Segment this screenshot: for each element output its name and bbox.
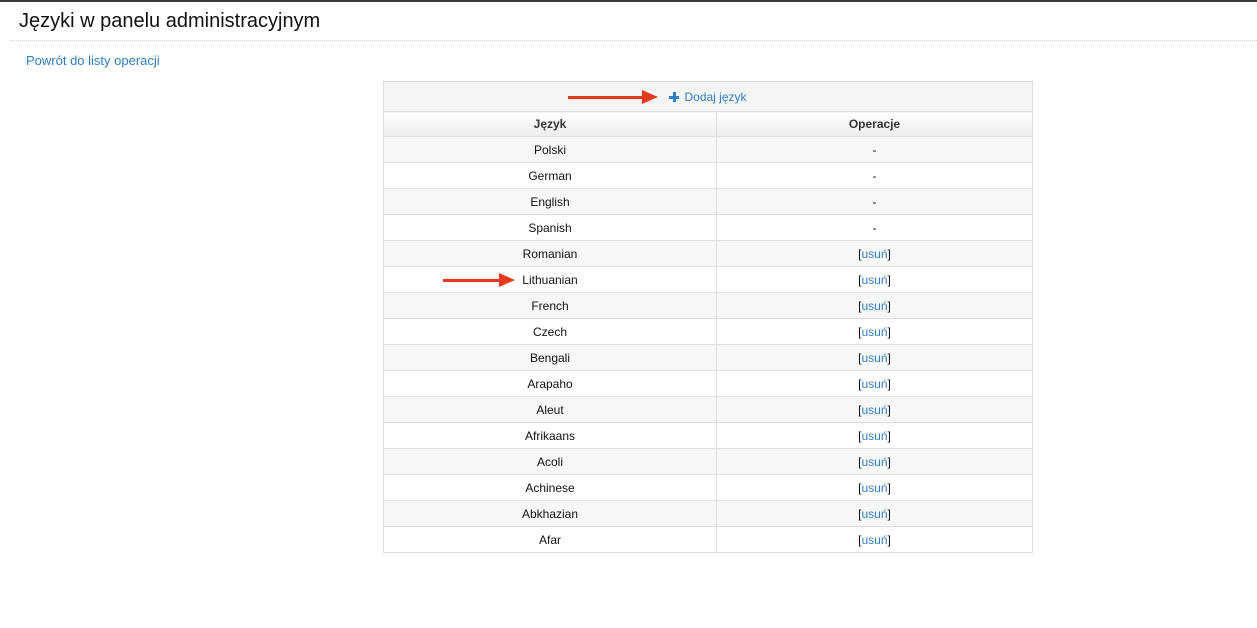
operations-cell: - [716, 136, 1033, 163]
title-divider [11, 40, 1257, 41]
table-row: Spanish - [383, 214, 1033, 241]
table-row: Acoli [usuń] [383, 448, 1033, 475]
language-name: Czech [383, 318, 717, 345]
remove-language-link[interactable]: usuń [861, 325, 887, 339]
top-border [0, 0, 1257, 2]
remove-language-link[interactable]: usuń [861, 273, 887, 287]
table-row: Abkhazian [usuń] [383, 500, 1033, 527]
language-name: Aleut [383, 396, 717, 423]
table-row: Aleut [usuń] [383, 396, 1033, 423]
plus-icon [669, 91, 680, 102]
operations-cell: - [716, 162, 1033, 189]
operations-cell: [usuń] [716, 396, 1033, 423]
operations-cell: [usuń] [716, 240, 1033, 267]
languages-table: Dodaj język Język Operacje Polski - German… [383, 81, 1033, 553]
operations-cell: - [716, 214, 1033, 241]
table-row: German - [383, 162, 1033, 189]
column-header-language: Język [383, 111, 717, 137]
language-name: Achinese [383, 474, 717, 501]
language-name: Romanian [383, 240, 717, 267]
table-body: Polski - German - English - Spanish - Romanian [u… [383, 136, 1033, 553]
operations-cell: [usuń] [716, 344, 1033, 371]
language-name: Abkhazian [383, 500, 717, 527]
language-name: Spanish [383, 214, 717, 241]
operations-cell: [usuń] [716, 266, 1033, 293]
table-row: Bengali [usuń] [383, 344, 1033, 371]
table-row: Arapaho [usuń] [383, 370, 1033, 397]
language-name: Afrikaans [383, 422, 717, 449]
language-name: Bengali [383, 344, 717, 371]
table-row: Afrikaans [usuń] [383, 422, 1033, 449]
remove-language-link[interactable]: usuń [861, 247, 887, 261]
language-name: English [383, 188, 717, 215]
operations-cell: - [716, 188, 1033, 215]
remove-language-link[interactable]: usuń [861, 429, 887, 443]
page-title: Języki w panelu administracyjnym [19, 10, 321, 32]
remove-language-link[interactable]: usuń [861, 351, 887, 365]
table-row: English - [383, 188, 1033, 215]
operations-cell: [usuń] [716, 500, 1033, 527]
table-row: Polski - [383, 136, 1033, 163]
operations-cell: [usuń] [716, 292, 1033, 319]
language-name: German [383, 162, 717, 189]
remove-language-link[interactable]: usuń [861, 299, 887, 313]
table-row: Achinese [usuń] [383, 474, 1033, 501]
remove-language-link[interactable]: usuń [861, 533, 887, 547]
remove-language-link[interactable]: usuń [861, 455, 887, 469]
language-name: Acoli [383, 448, 717, 475]
language-name: French [383, 292, 717, 319]
column-header-operations: Operacje [716, 111, 1033, 137]
remove-language-link[interactable]: usuń [861, 403, 887, 417]
add-language-button[interactable]: Dodaj język [669, 89, 747, 104]
operations-cell: [usuń] [716, 448, 1033, 475]
language-name: Lithuanian [383, 266, 717, 293]
add-language-row: Dodaj język [383, 81, 1033, 112]
language-name: Polski [383, 136, 717, 163]
language-name: Afar [383, 526, 717, 553]
operations-cell: [usuń] [716, 526, 1033, 553]
remove-language-link[interactable]: usuń [861, 507, 887, 521]
language-name: Arapaho [383, 370, 717, 397]
remove-language-link[interactable]: usuń [861, 377, 887, 391]
table-row: Czech [usuń] [383, 318, 1033, 345]
back-to-operations-link[interactable]: Powrót do listy operacji [26, 53, 160, 69]
operations-cell: [usuń] [716, 318, 1033, 345]
table-header: Język Operacje [383, 111, 1033, 137]
operations-cell: [usuń] [716, 370, 1033, 397]
operations-cell: [usuń] [716, 474, 1033, 501]
table-row: French [usuń] [383, 292, 1033, 319]
table-row: Afar [usuń] [383, 526, 1033, 553]
operations-cell: [usuń] [716, 422, 1033, 449]
add-language-label: Dodaj język [684, 89, 747, 104]
table-row: Romanian [usuń] [383, 240, 1033, 267]
remove-language-link[interactable]: usuń [861, 481, 887, 495]
